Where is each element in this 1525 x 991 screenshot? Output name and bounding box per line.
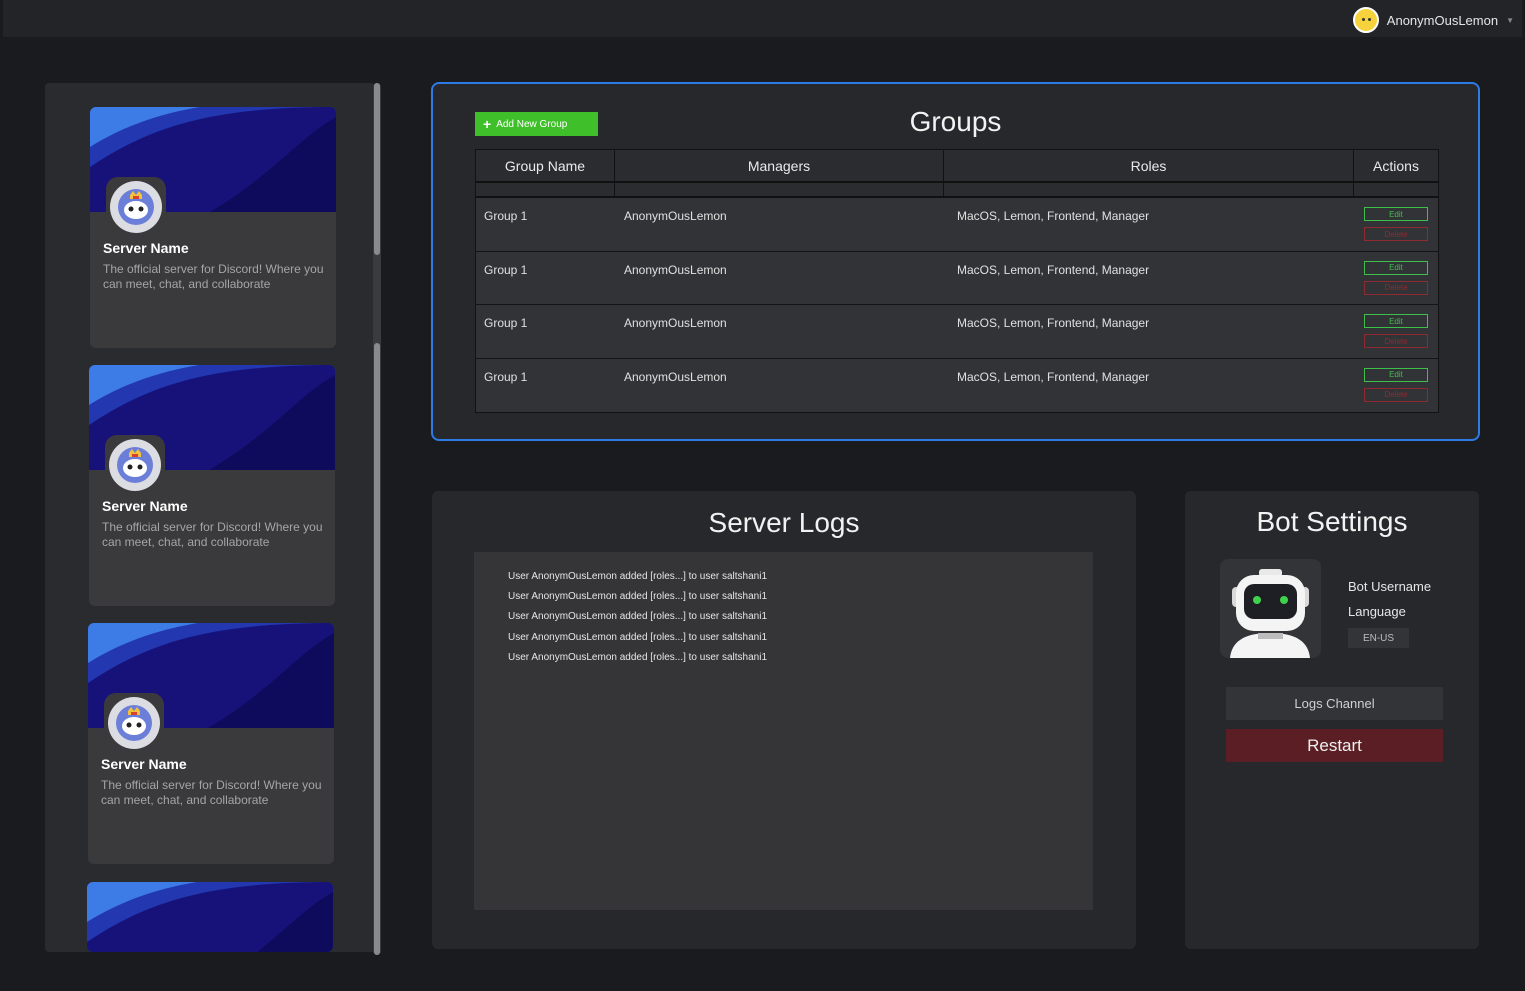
actions-cell: Edit Delete [1354, 198, 1438, 251]
groups-title: Groups [909, 106, 1002, 137]
chevron-down-icon[interactable]: ▼ [1506, 16, 1514, 25]
logs-box[interactable]: User AnonymOusLemon added [roles...] to … [474, 552, 1093, 910]
server-name: Server Name [101, 756, 187, 772]
robot-icon [1230, 569, 1310, 658]
discord-bot-icon [118, 189, 154, 225]
table-row: Group 1 AnonymOusLemon MacOS, Lemon, Fro… [476, 198, 1438, 252]
actions-cell: Edit Delete [1354, 359, 1438, 413]
table-row: Group 1 AnonymOusLemon MacOS, Lemon, Fro… [476, 251, 1438, 305]
top-bar: AnonymOusLemon ▼ [3, 0, 1522, 38]
server-card[interactable]: Server Name The official server for Disc… [88, 623, 334, 864]
server-description: The official server for Discord! Where y… [102, 520, 323, 549]
managers-cell: AnonymOusLemon [624, 209, 727, 223]
actions-cell: Edit Delete [1354, 252, 1438, 305]
delete-button[interactable]: Delete [1364, 280, 1428, 295]
server-sidebar[interactable]: Server Name The official server for Disc… [45, 83, 375, 952]
table-row: Group 1 AnonymOusLemon MacOS, Lemon, Fro… [476, 358, 1438, 413]
roles-cell: MacOS, Lemon, Frontend, Manager [957, 262, 1150, 277]
language-label: Language [1348, 604, 1406, 619]
scrollbar-track-fill [374, 343, 380, 955]
managers-cell: AnonymOusLemon [624, 369, 727, 384]
user-avatar[interactable] [1352, 7, 1379, 33]
log-line: User AnonymOusLemon added [roles...] to … [508, 631, 768, 643]
roles-cell: MacOS, Lemon, Frontend, Manager [957, 316, 1150, 330]
scrollbar-thumb[interactable] [374, 83, 380, 255]
table-header: Group Name Managers Roles Actions [476, 150, 1438, 183]
group-name-cell: Group 1 [484, 369, 528, 384]
groups-table: Group Name Managers Roles Actions Group … [475, 149, 1439, 413]
server-icon [105, 435, 165, 495]
server-description: The official server for Discord! Where y… [101, 778, 322, 807]
user-name[interactable]: AnonymOusLemon [1387, 13, 1498, 28]
logs-channel-button[interactable]: Logs Channel [1226, 687, 1443, 720]
log-line: User AnonymOusLemon added [roles...] to … [508, 571, 768, 582]
discord-bot-icon [116, 705, 152, 741]
bot-avatar [1220, 559, 1321, 658]
server-icon [104, 693, 164, 753]
bot-settings-panel: Bot Settings Bot Username Language EN-US… [1185, 491, 1479, 949]
edit-button[interactable]: Edit [1364, 367, 1428, 382]
bot-settings-title: Bot Settings [1256, 506, 1408, 537]
server-card[interactable] [87, 882, 333, 952]
server-icon [106, 177, 166, 237]
table-row: Group 1 AnonymOusLemon MacOS, Lemon, Fro… [476, 305, 1438, 359]
edit-button[interactable]: Edit [1364, 314, 1428, 328]
group-name-cell: Group 1 [484, 316, 528, 330]
log-line: User AnonymOusLemon added [roles...] to … [508, 591, 768, 603]
log-line: User AnonymOusLemon added [roles...] to … [508, 651, 768, 663]
server-name: Server Name [102, 498, 188, 514]
restart-button[interactable]: Restart [1226, 729, 1443, 762]
bot-username-label: Bot Username [1348, 579, 1432, 594]
server-banner [87, 882, 333, 952]
server-logs-title: Server Logs [708, 507, 860, 538]
server-card[interactable]: Server Name The official server for Disc… [89, 365, 335, 606]
server-card[interactable]: Server Name The official server for Disc… [90, 107, 336, 348]
table-subheader [476, 183, 1438, 198]
edit-button[interactable]: Edit [1364, 260, 1428, 275]
delete-button[interactable]: Delete [1364, 334, 1428, 348]
group-name-cell: Group 1 [484, 209, 528, 223]
groups-panel: + Add New Group Groups Group Name Manage… [431, 82, 1480, 441]
discord-bot-icon [117, 447, 153, 483]
delete-button[interactable]: Delete [1364, 227, 1428, 241]
server-description: The official server for Discord! Where y… [103, 262, 324, 291]
column-header-actions: Actions [1373, 157, 1419, 174]
roles-cell: MacOS, Lemon, Frontend, Manager [957, 369, 1150, 384]
column-header-group-name: Group Name [476, 150, 615, 181]
user-menu[interactable]: AnonymOusLemon ▼ [1352, 6, 1514, 34]
managers-cell: AnonymOusLemon [624, 316, 727, 330]
actions-cell: Edit Delete [1354, 305, 1438, 358]
edit-button[interactable]: Edit [1364, 207, 1428, 221]
group-name-cell: Group 1 [484, 262, 528, 277]
column-header-managers: Managers [615, 150, 944, 181]
server-name: Server Name [103, 240, 189, 256]
language-select[interactable]: EN-US [1348, 628, 1409, 648]
managers-cell: AnonymOusLemon [624, 262, 727, 277]
server-logs-panel: Server Logs User AnonymOusLemon added [r… [432, 491, 1136, 949]
roles-cell: MacOS, Lemon, Frontend, Manager [957, 209, 1150, 223]
sidebar-scrollbar[interactable] [373, 83, 381, 955]
log-line: User AnonymOusLemon added [roles...] to … [508, 611, 768, 623]
delete-button[interactable]: Delete [1364, 387, 1428, 402]
column-header-roles: Roles [944, 150, 1354, 181]
